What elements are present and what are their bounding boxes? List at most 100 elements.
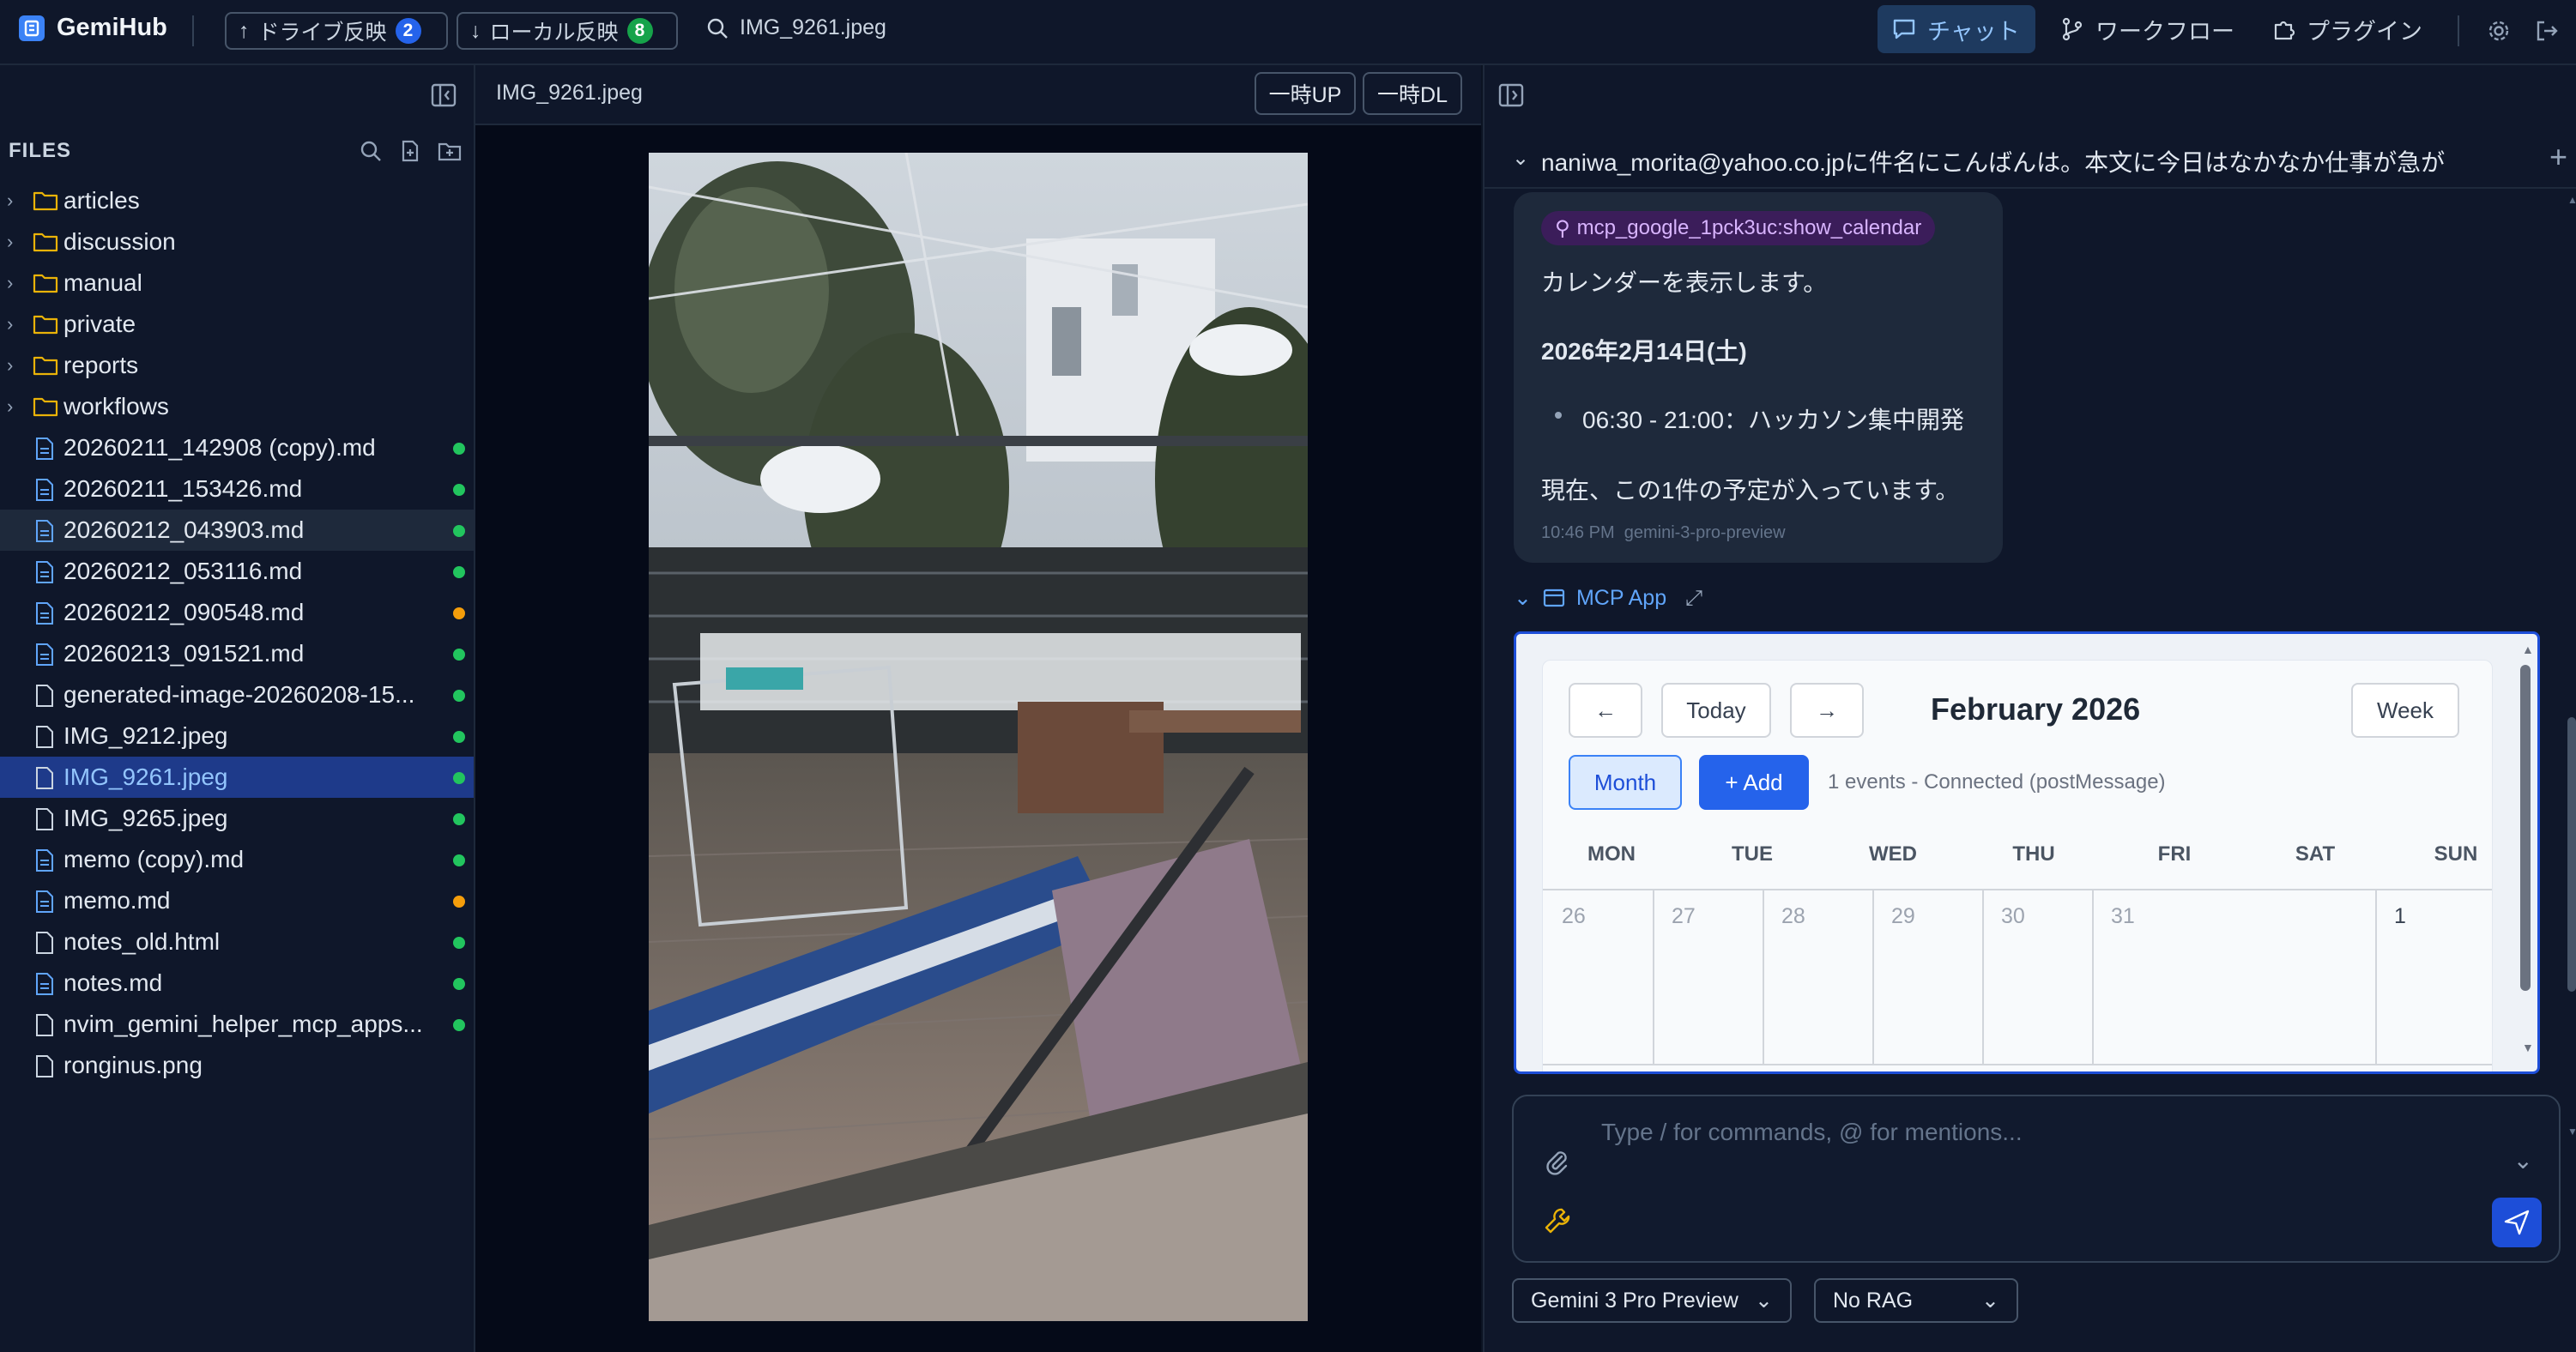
add-event-button[interactable]: + Add	[1699, 755, 1809, 810]
folder-name: articles	[63, 187, 140, 214]
file-icon	[34, 766, 55, 796]
markdown-file-icon	[34, 848, 55, 878]
folder-item[interactable]: › private	[0, 304, 474, 345]
folder-item[interactable]: › articles	[0, 180, 474, 221]
viewer-file-title: IMG_9261.jpeg	[496, 81, 643, 105]
weekday-header: MON	[1587, 842, 1636, 866]
calendar-day[interactable]: 27	[1672, 904, 1696, 929]
chevron-down-icon[interactable]: ⌄	[1514, 585, 1532, 611]
calendar-day[interactable]: 26	[1562, 904, 1586, 929]
composer-input[interactable]: Type / for commands, @ for mentions...	[1601, 1119, 2023, 1146]
drive-sync-button[interactable]: ↑ ドライブ反映 2	[225, 12, 448, 50]
folder-item[interactable]: › workflows	[0, 386, 474, 427]
panel-expand-icon	[1498, 83, 1524, 107]
file-item[interactable]: 20260211_153426.md	[0, 468, 474, 510]
file-item[interactable]: IMG_9261.jpeg	[0, 757, 474, 798]
chevron-down-icon: ⌄	[1981, 1289, 1999, 1313]
calendar-day[interactable]: 28	[1781, 904, 1805, 929]
folder-item[interactable]: › manual	[0, 263, 474, 304]
grid-line	[1543, 1064, 2492, 1065]
file-tree: › articles › discussion › manual › private › repo…	[0, 180, 474, 1086]
week-view-button[interactable]: Week	[2351, 683, 2459, 738]
calendar-day[interactable]: 30	[2001, 904, 2025, 929]
chevron-right-icon: ›	[7, 190, 14, 211]
chat-scrollbar[interactable]: ▲ ▼	[2566, 194, 2576, 1138]
files-actions	[357, 137, 463, 165]
file-name: 20260212_053116.md	[63, 558, 303, 584]
tool-call-name: mcp_google_1pck3uc:show_calendar	[1576, 216, 1922, 239]
logout-button[interactable]	[2531, 15, 2562, 46]
tab-workflow[interactable]: ワークフロー	[2046, 5, 2252, 53]
file-item[interactable]: notes_old.html	[0, 921, 474, 963]
prev-month-button[interactable]: ←	[1569, 683, 1642, 738]
file-icon	[34, 807, 55, 837]
file-item[interactable]: IMG_9212.jpeg	[0, 715, 474, 757]
new-folder-button[interactable]	[436, 137, 463, 165]
gear-icon	[2488, 21, 2509, 41]
expand-icon[interactable]: ⤢	[1685, 586, 1702, 611]
calendar-day[interactable]: 29	[1891, 904, 1915, 929]
files-header: FILES	[9, 134, 463, 168]
toggle-panel-button[interactable]	[1497, 81, 1527, 112]
file-item[interactable]: generated-image-20260208-15...	[0, 674, 474, 715]
tab-plugins[interactable]: プラグイン	[2257, 5, 2437, 53]
file-name: notes_old.html	[63, 928, 221, 955]
folder-icon	[33, 231, 58, 259]
file-icon	[34, 1013, 55, 1043]
file-item[interactable]: IMG_9265.jpeg	[0, 798, 474, 839]
attach-button[interactable]	[1543, 1148, 1572, 1181]
send-button[interactable]	[2492, 1198, 2542, 1247]
model-select[interactable]: Gemini 3 Pro Preview ⌄	[1512, 1278, 1792, 1323]
sync-status-dot	[453, 731, 465, 743]
file-item[interactable]: 20260212_043903.md	[0, 510, 474, 551]
file-search[interactable]: IMG_9261.jpeg	[705, 15, 886, 40]
brand[interactable]: GemiHub	[19, 14, 167, 42]
new-file-button[interactable]	[396, 137, 424, 165]
chevron-down-icon[interactable]: ⌄	[1512, 146, 1529, 171]
sync-status-dot	[453, 937, 465, 949]
settings-button[interactable]	[2483, 15, 2514, 46]
message-composer[interactable]: Type / for commands, @ for mentions... ⌄	[1512, 1095, 2561, 1263]
tools-button[interactable]	[1543, 1206, 1572, 1240]
tab-chat[interactable]: チャット	[1878, 5, 2035, 53]
file-item[interactable]: 20260211_142908 (copy).md	[0, 427, 474, 468]
file-item[interactable]: memo (copy).md	[0, 839, 474, 880]
file-item[interactable]: notes.md	[0, 963, 474, 1004]
chat-icon	[1893, 19, 1915, 39]
calendar-status: 1 events - Connected (postMessage)	[1828, 770, 2166, 794]
chevron-down-icon[interactable]: ⌄	[2513, 1146, 2533, 1174]
local-sync-count: 8	[626, 18, 653, 44]
message-summary: 現在、この1件の予定が入っています。	[1541, 477, 1960, 504]
calendar-day[interactable]: 31	[2111, 904, 2135, 929]
new-chat-button[interactable]: +	[2549, 139, 2567, 175]
file-item[interactable]: ronginus.png	[0, 1045, 474, 1086]
thread-header[interactable]: ⌄ naniwa_morita@yahoo.co.jpに件名にこんばんは。本文に…	[1485, 137, 2576, 189]
folder-name: workflows	[63, 393, 169, 419]
next-month-button[interactable]: →	[1790, 683, 1864, 738]
folder-item[interactable]: › discussion	[0, 221, 474, 263]
local-sync-button[interactable]: ↓ ローカル反映 8	[457, 12, 678, 50]
file-icon	[34, 931, 55, 961]
grid-line	[1763, 889, 1764, 1065]
today-button[interactable]: Today	[1661, 683, 1771, 738]
calendar-day[interactable]: 1	[2394, 904, 2406, 929]
file-item[interactable]: 20260212_053116.md	[0, 551, 474, 592]
folder-item[interactable]: › reports	[0, 345, 474, 386]
file-item[interactable]: 20260212_090548.md	[0, 592, 474, 633]
mcp-scroll-thumb[interactable]	[2520, 665, 2531, 991]
grid-line	[1982, 889, 1984, 1065]
month-view-button[interactable]: Month	[1569, 755, 1682, 810]
collapse-sidebar-button[interactable]	[429, 81, 458, 110]
rag-select[interactable]: No RAG ⌄	[1814, 1278, 2018, 1323]
file-item[interactable]: 20260213_091521.md	[0, 633, 474, 674]
weekday-header: SAT	[2295, 842, 2336, 866]
mcp-app-header[interactable]: ⌄ MCP App ⤢	[1514, 585, 1702, 611]
temp-download-button[interactable]: 一時DL	[1363, 72, 1462, 115]
folder-icon	[33, 313, 58, 341]
search-files-button[interactable]	[357, 137, 384, 165]
folder-icon	[33, 272, 58, 300]
temp-upload-button[interactable]: 一時UP	[1255, 72, 1356, 115]
file-item[interactable]: memo.md	[0, 880, 474, 921]
tab-chat-label: チャット	[1927, 18, 2020, 45]
file-item[interactable]: nvim_gemini_helper_mcp_apps...	[0, 1004, 474, 1045]
